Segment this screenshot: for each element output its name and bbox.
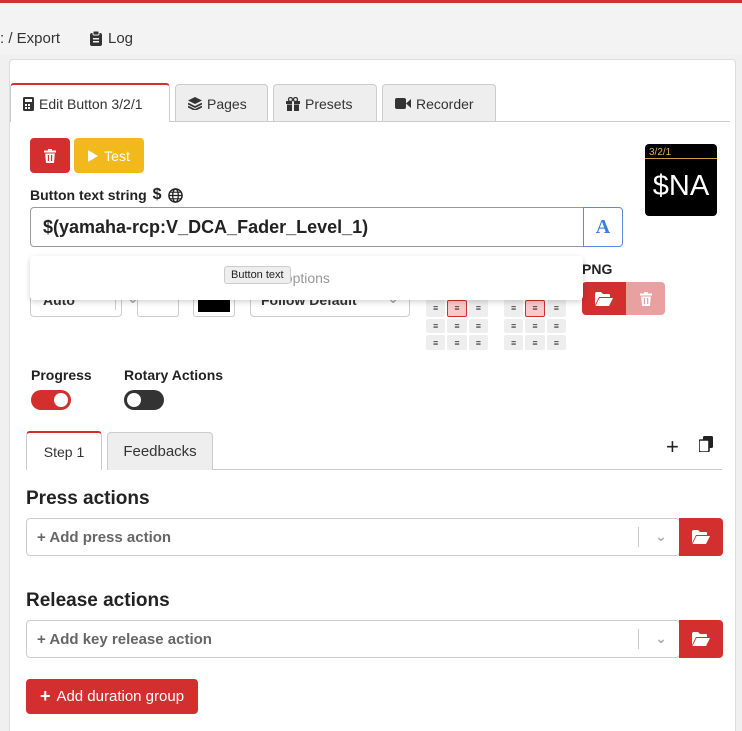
- align-center-icon[interactable]: ≡: [447, 335, 467, 350]
- preview-location: 3/2/1: [649, 147, 672, 158]
- png-alignment-grid[interactable]: ≡ ≡ ≡ ≡ ≡ ≡ ≡ ≡ ≡: [504, 300, 566, 350]
- align-left-icon[interactable]: ≡: [426, 318, 446, 334]
- tab-edit-button-label: Edit Button 3/2/1: [39, 95, 143, 112]
- press-actions-heading: Press actions: [26, 488, 150, 509]
- copy-icon[interactable]: [699, 436, 713, 452]
- align-right-icon[interactable]: ≡: [468, 300, 488, 317]
- nav-import-export-label: : / Export: [0, 30, 61, 47]
- select-separator: [638, 629, 639, 649]
- tab-edit-button[interactable]: Edit Button 3/2/1: [10, 83, 170, 122]
- png-clear-button[interactable]: [626, 282, 665, 315]
- press-action-browse-button[interactable]: [679, 518, 723, 556]
- progress-toggle[interactable]: [31, 390, 71, 410]
- autocomplete-dropdown: No options: [30, 256, 583, 300]
- release-actions-heading: Release actions: [26, 590, 170, 611]
- align-center-icon[interactable]: ≡: [447, 318, 467, 334]
- align-right-icon[interactable]: ≡: [546, 335, 566, 350]
- release-action-browse-button[interactable]: [679, 620, 723, 658]
- tab-presets-label: Presets: [305, 95, 353, 112]
- folder-open-icon: [595, 291, 613, 306]
- preview-divider: [645, 158, 717, 159]
- align-left-icon[interactable]: ≡: [504, 300, 524, 317]
- preview-text: $NA: [652, 170, 710, 202]
- button-text-label-row: Button text string $: [30, 186, 183, 204]
- trash-icon: [44, 148, 56, 163]
- toggle-knob: [127, 393, 141, 407]
- align-left-icon[interactable]: ≡: [504, 318, 524, 334]
- folder-open-icon: [692, 632, 710, 646]
- tab-recorder-label: Recorder: [416, 95, 474, 112]
- font-button-label: A: [595, 215, 611, 238]
- align-right-icon[interactable]: ≡: [468, 335, 488, 350]
- globe-icon: [167, 187, 183, 203]
- chevron-down-icon: ⌄: [655, 528, 667, 544]
- progress-label: Progress: [31, 367, 92, 383]
- dollar-icon: $: [152, 186, 162, 203]
- button-text-input[interactable]: $(yamaha-rcp:V_DCA_Fader_Level_1): [30, 207, 584, 247]
- add-duration-group-label: Add duration group: [56, 688, 185, 705]
- nav-log[interactable]: Log: [90, 30, 133, 47]
- select-separator: [638, 527, 639, 547]
- png-browse-button[interactable]: [582, 282, 626, 315]
- clipboard-icon: [90, 31, 102, 46]
- chevron-down-icon: ⌄: [655, 630, 667, 646]
- align-left-icon[interactable]: ≡: [426, 300, 446, 317]
- button-text-value: $(yamaha-rcp:V_DCA_Fader_Level_1): [43, 216, 369, 237]
- add-press-action-select[interactable]: + Add press action ⌄: [26, 518, 680, 556]
- align-center-icon[interactable]: ≡: [525, 300, 545, 317]
- video-icon: [395, 98, 411, 109]
- step-tab-divider: [213, 469, 722, 470]
- play-icon: [88, 149, 99, 162]
- gift-icon: [286, 96, 300, 111]
- test-button[interactable]: Test: [74, 138, 144, 173]
- add-release-action-select[interactable]: + Add key release action ⌄: [26, 620, 680, 658]
- button-text-tooltip: Button text: [224, 266, 291, 284]
- align-left-icon[interactable]: ≡: [504, 335, 524, 350]
- text-alignment-grid[interactable]: ≡ ≡ ≡ ≡ ≡ ≡ ≡ ≡ ≡: [426, 300, 488, 350]
- button-preview: 3/2/1 $NA: [645, 144, 717, 216]
- tab-divider: [170, 121, 730, 122]
- calculator-icon: [23, 96, 34, 111]
- delete-button[interactable]: [30, 138, 70, 173]
- tab-pages[interactable]: Pages: [175, 84, 268, 122]
- button-text-label: Button text string: [30, 187, 147, 203]
- test-button-label: Test: [104, 147, 130, 164]
- font-button[interactable]: A: [583, 207, 623, 247]
- tab-step-1-label: Step 1: [43, 443, 85, 460]
- add-step-icon[interactable]: +: [666, 434, 679, 460]
- align-right-icon[interactable]: ≡: [546, 300, 566, 317]
- align-right-icon[interactable]: ≡: [546, 318, 566, 334]
- add-duration-group-button[interactable]: + Add duration group: [26, 679, 198, 714]
- tab-presets[interactable]: Presets: [273, 84, 377, 122]
- align-center-icon[interactable]: ≡: [525, 318, 545, 334]
- nav-import-export[interactable]: : / Export: [0, 30, 60, 47]
- rotary-actions-toggle[interactable]: [124, 390, 164, 410]
- align-left-icon[interactable]: ≡: [426, 335, 446, 350]
- add-press-action-placeholder: + Add press action: [37, 528, 172, 546]
- nav-log-label: Log: [108, 30, 134, 47]
- tab-pages-label: Pages: [207, 95, 247, 112]
- align-center-icon[interactable]: ≡: [525, 335, 545, 350]
- tab-step-1[interactable]: Step 1: [26, 431, 102, 470]
- plus-icon: +: [39, 686, 51, 706]
- rotary-actions-label: Rotary Actions: [124, 367, 224, 383]
- png-label: PNG: [582, 261, 613, 277]
- top-nav: : / Export Log: [0, 3, 742, 55]
- align-center-icon[interactable]: ≡: [447, 300, 467, 317]
- tab-recorder[interactable]: Recorder: [382, 84, 496, 122]
- add-release-action-placeholder: + Add key release action: [37, 630, 212, 648]
- folder-open-icon: [692, 530, 710, 544]
- tab-feedbacks[interactable]: Feedbacks: [107, 432, 213, 470]
- toggle-knob: [54, 393, 68, 407]
- trash-icon: [639, 291, 652, 306]
- layers-icon: [188, 97, 202, 110]
- align-right-icon[interactable]: ≡: [468, 318, 488, 334]
- tab-feedbacks-label: Feedbacks: [123, 443, 197, 460]
